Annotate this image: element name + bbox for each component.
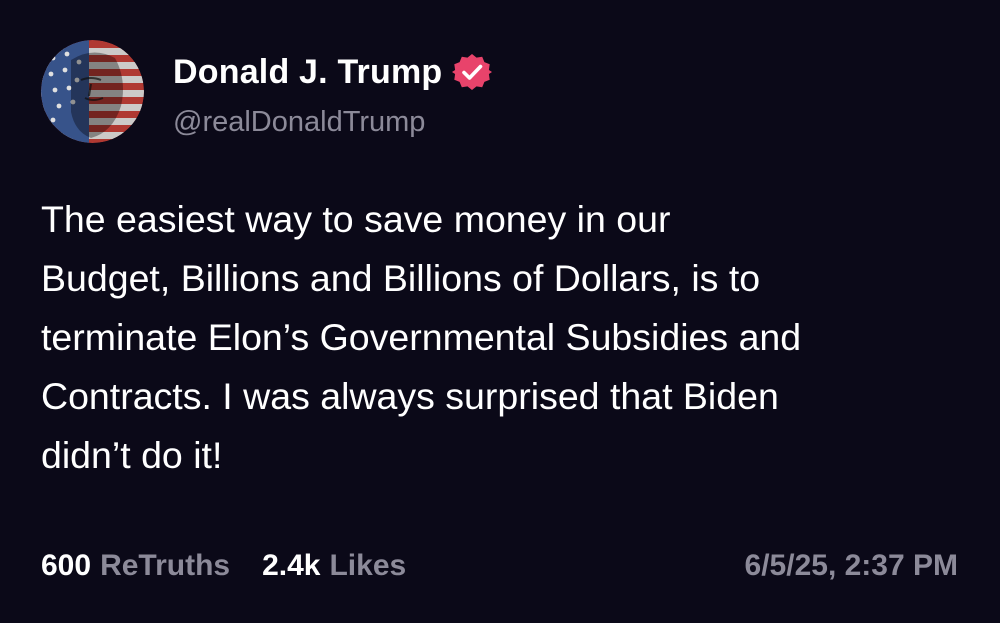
post-text-line: Contracts. I was always surprised that B… bbox=[41, 375, 779, 417]
retruths-stat[interactable]: 600 ReTruths bbox=[41, 549, 230, 583]
author-handle[interactable]: @realDonaldTrump bbox=[173, 103, 425, 141]
likes-stat[interactable]: 2.4k Likes bbox=[262, 549, 406, 583]
retruths-count: 600 bbox=[41, 549, 92, 582]
likes-label: Likes bbox=[329, 549, 407, 582]
likes-count: 2.4k bbox=[262, 549, 321, 582]
post-text-line: didn’t do it! bbox=[41, 434, 223, 476]
post-body: The easiest way to save money in our Bud… bbox=[41, 190, 971, 485]
verified-badge-icon bbox=[452, 52, 493, 92]
post-text-line: The easiest way to save money in our bbox=[41, 198, 671, 240]
profile-avatar[interactable] bbox=[41, 40, 144, 143]
retruths-label: ReTruths bbox=[100, 549, 231, 582]
post-text-line: terminate Elon’s Governmental Subsidies … bbox=[41, 316, 802, 358]
truth-post: Donald J. Trump @realDonaldTrump The eas… bbox=[0, 0, 1000, 623]
post-timestamp[interactable]: 6/5/25, 2:37 PM bbox=[745, 544, 958, 588]
flag-portrait-avatar-icon bbox=[41, 40, 144, 143]
post-text-line: Budget, Billions and Billions of Dollars… bbox=[41, 257, 761, 299]
post-stats: 600 ReTruths 2.4k Likes bbox=[41, 544, 406, 588]
author-display-name[interactable]: Donald J. Trump bbox=[173, 50, 442, 94]
author-name-row[interactable]: Donald J. Trump bbox=[173, 50, 493, 94]
